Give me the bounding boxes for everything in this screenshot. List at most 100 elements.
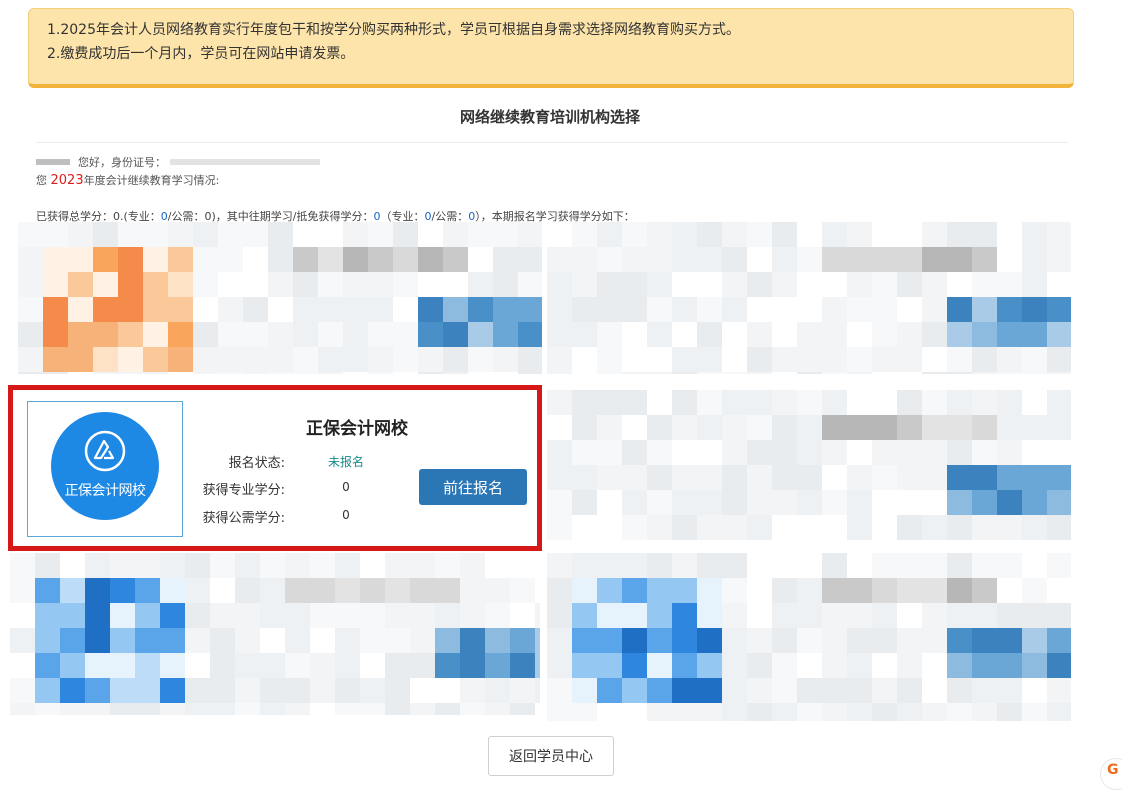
- mosaic-cell: [143, 372, 168, 374]
- blurred-institution-card-4[interactable]: [10, 553, 540, 715]
- mosaic-cell: [997, 553, 1022, 578]
- enroll-button[interactable]: 前往报名: [419, 469, 527, 505]
- mosaic-cell: [285, 678, 310, 703]
- mosaic-cell: [972, 515, 997, 540]
- mosaic-cell: [1022, 390, 1047, 415]
- mosaic-cell: [335, 553, 360, 578]
- mosaic-cell: [110, 578, 135, 603]
- mosaic-cell: [443, 297, 468, 322]
- mosaic-cell: [697, 415, 722, 440]
- mosaic-cell: [797, 372, 822, 374]
- mosaic-cell: [143, 272, 168, 297]
- mosaic-cell: [872, 515, 897, 540]
- mosaic-cell: [293, 347, 318, 372]
- mosaic-cell: [697, 465, 722, 490]
- mosaic-cell: [210, 578, 235, 603]
- mosaic-cell: [68, 247, 93, 272]
- mosaic-cell: [597, 297, 622, 322]
- mosaic-cell: [572, 222, 597, 247]
- mosaic-cell: [418, 272, 443, 297]
- mosaic-cell: [872, 490, 897, 515]
- mosaic-cell: [1047, 297, 1071, 322]
- mosaic-cell: [647, 297, 672, 322]
- mosaic-cell: [822, 553, 847, 578]
- mosaic-cell: [697, 440, 722, 465]
- mosaic-cell: [572, 440, 597, 465]
- blurred-institution-card-1[interactable]: [18, 222, 542, 374]
- blurred-institution-card-2[interactable]: [547, 222, 1071, 374]
- mosaic-cell: [443, 347, 468, 372]
- mosaic-cell: [772, 678, 797, 703]
- mosaic-cell: [368, 297, 393, 322]
- mosaic-cell: [872, 247, 897, 272]
- mosaic-cell: [622, 347, 647, 372]
- blurred-institution-card-3[interactable]: [547, 390, 1071, 540]
- mosaic-cell: [647, 628, 672, 653]
- mosaic-cell: [572, 297, 597, 322]
- mosaic-cell: [485, 678, 510, 703]
- mosaic-cell: [722, 628, 747, 653]
- mosaic-cell: [572, 490, 597, 515]
- blurred-institution-card-5[interactable]: [547, 553, 1071, 721]
- mosaic-cell: [572, 465, 597, 490]
- mosaic-cell: [797, 347, 822, 372]
- mosaic-cell: [647, 603, 672, 628]
- mosaic-cell: [1047, 247, 1071, 272]
- back-to-student-center-button[interactable]: 返回学员中心: [488, 736, 614, 776]
- mosaic-cell: [697, 653, 722, 678]
- mosaic-cell: [368, 347, 393, 372]
- mosaic-cell: [647, 515, 672, 540]
- mosaic-cell: [797, 653, 822, 678]
- chat-widget-icon[interactable]: G: [1100, 758, 1122, 790]
- mosaic-cell: [572, 578, 597, 603]
- mosaic-cell: [1047, 678, 1071, 703]
- mosaic-cell: [193, 297, 218, 322]
- mosaic-cell: [547, 465, 572, 490]
- mosaic-cell: [647, 553, 672, 578]
- mosaic-cell: [697, 515, 722, 540]
- mosaic-cell: [60, 703, 85, 715]
- mosaic-cell: [268, 372, 293, 374]
- mosaic-cell: [110, 553, 135, 578]
- mosaic-cell: [243, 322, 268, 347]
- mosaic-cell: [922, 603, 947, 628]
- mosaic-cell: [193, 272, 218, 297]
- mosaic-cell: [1047, 272, 1071, 297]
- mosaic-cell: [410, 628, 435, 653]
- mosaic-cell: [218, 297, 243, 322]
- mosaic-cell: [597, 415, 622, 440]
- mosaic-cell: [235, 653, 260, 678]
- mosaic-cell: [35, 653, 60, 678]
- mosaic-cell: [772, 578, 797, 603]
- mosaic-cell: [722, 347, 747, 372]
- mosaic-cell: [997, 465, 1022, 490]
- mosaic-cell: [722, 390, 747, 415]
- mosaic-cell: [385, 578, 410, 603]
- mosaic-cell: [193, 222, 218, 247]
- mosaic-cell: [68, 272, 93, 297]
- mosaic-cell: [1047, 553, 1071, 578]
- mosaic-cell: [60, 578, 85, 603]
- mosaic-cell: [922, 628, 947, 653]
- mosaic-cell: [622, 490, 647, 515]
- mosaic-cell: [897, 678, 922, 703]
- mosaic-cell: [697, 272, 722, 297]
- mosaic-cell: [722, 272, 747, 297]
- mosaic-cell: [597, 515, 622, 540]
- mosaic-cell: [243, 347, 268, 372]
- user-greeting: 您好，身份证号：: [36, 154, 320, 170]
- mosaic-cell: [997, 347, 1022, 372]
- mosaic-cell: [168, 372, 193, 374]
- mosaic-cell: [547, 222, 572, 247]
- mosaic-cell: [647, 372, 672, 374]
- mosaic-cell: [597, 703, 622, 721]
- mosaic-cell: [747, 678, 772, 703]
- mosaic-cell: [1022, 415, 1047, 440]
- public-credits-label: 获得公需学分:: [202, 511, 285, 526]
- mosaic-cell: [160, 628, 185, 653]
- mosaic-cell: [672, 578, 697, 603]
- mosaic-cell: [847, 653, 872, 678]
- mosaic-cell: [772, 703, 797, 721]
- mosaic-cell: [772, 628, 797, 653]
- mosaic-cell: [143, 347, 168, 372]
